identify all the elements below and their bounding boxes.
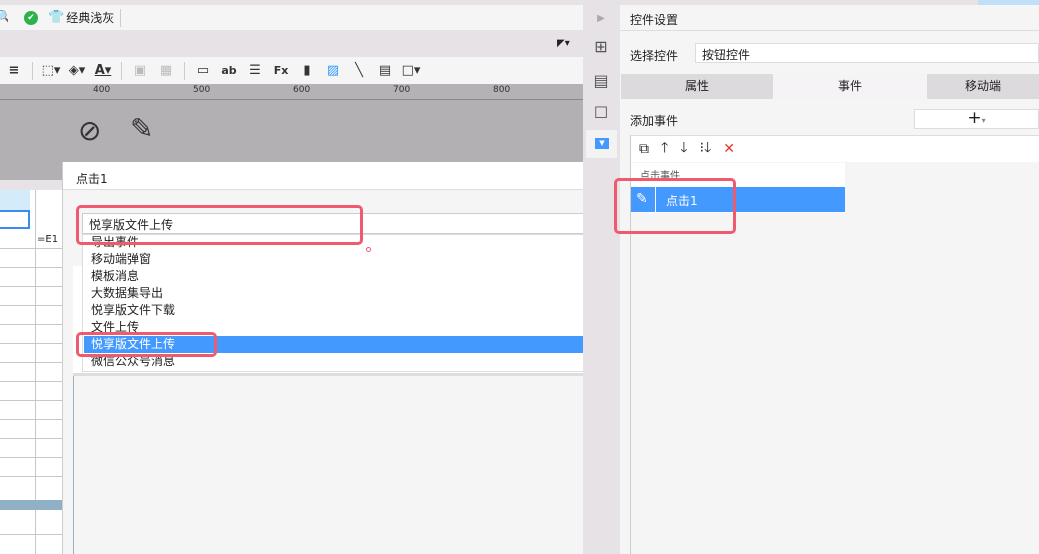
image-icon[interactable]: ▨: [325, 63, 341, 79]
toolbar-band: ◤▾: [0, 30, 583, 57]
selected-cell[interactable]: [0, 210, 30, 229]
add-event-label: 添加事件: [630, 114, 679, 128]
expand-arrow-icon[interactable]: ▶: [591, 13, 611, 33]
ruler-tick: 400: [93, 85, 111, 95]
divider: [32, 61, 33, 80]
event-edit-dialog: 点击1 悦享版文件上传 ⌵ 导出事件 移动端弹窗 模板消息 大数据集导出 悦享版…: [62, 162, 630, 554]
arrow-down-icon[interactable]: 🡓: [680, 137, 687, 161]
eye-slash-icon[interactable]: ⊘: [78, 114, 101, 147]
delete-icon[interactable]: ✕: [723, 141, 735, 157]
widget-select-value: 按钮控件: [702, 48, 751, 62]
top-toolbar: 🔍 ✔ 👕 经典浅灰: [0, 5, 583, 30]
tab-events[interactable]: 事件: [773, 74, 927, 99]
cell-formula: =E1: [37, 234, 59, 245]
arrow-up-icon[interactable]: 🡑: [661, 137, 668, 161]
highlight-box: [76, 205, 363, 245]
text-icon[interactable]: ab: [221, 63, 237, 79]
ruler: 400 500 600 700 800: [0, 84, 583, 100]
plus-icon: +: [967, 108, 982, 128]
select-widget-label: 选择控件: [630, 49, 679, 63]
pencil-icon[interactable]: ✎: [130, 112, 153, 145]
check-icon[interactable]: ✔: [24, 10, 38, 25]
theme-label: 经典浅灰: [66, 11, 115, 25]
cell-properties-icon[interactable]: ⊞: [591, 37, 611, 57]
frame-icon[interactable]: □▾: [402, 63, 421, 79]
divider: [120, 8, 122, 27]
textbox-icon[interactable]: ▭: [195, 63, 211, 79]
format-toolbar: ≡ ⬚▾ ◈▾ A▾ ▣ ▦ ▭ ab ☰ Fx ▮ ▨ ╲ ▤ □▾: [0, 57, 583, 84]
cell-info-icon[interactable]: ▤: [591, 71, 611, 91]
add-event-button[interactable]: +▾: [914, 109, 1039, 129]
sub-report-icon[interactable]: ▤: [377, 63, 393, 79]
frame-icon[interactable]: ☐: [591, 103, 611, 123]
font-color-icon[interactable]: A▾: [95, 63, 112, 79]
ruler-tick: 700: [393, 85, 411, 95]
shirt-icon: 👕: [48, 10, 65, 25]
paragraph-icon[interactable]: ☰: [247, 63, 263, 79]
highlight-box: [614, 178, 736, 234]
tab-properties[interactable]: 属性: [621, 74, 773, 99]
widget-select[interactable]: 按钮控件: [695, 43, 1039, 63]
slash-icon[interactable]: ╲: [351, 63, 367, 79]
sheet-grid[interactable]: =E1: [0, 180, 62, 554]
theme-button[interactable]: 👕 经典浅灰: [48, 9, 114, 26]
widget-settings-panel: 控件设置 选择控件 按钮控件 属性 事件 移动端 添加事件 +▾ ⧉ 🡑 🡓 ⁝…: [614, 5, 1039, 554]
fill-color-icon[interactable]: ◈▾: [69, 63, 86, 79]
copy-icon[interactable]: ⧉: [639, 141, 649, 157]
dropdown-option[interactable]: 大数据集导出: [84, 285, 600, 302]
move-bottom-icon[interactable]: ⁝🡓: [700, 137, 712, 161]
side-icon-strip: ▶ ⊞ ▤ ☐ ▼: [583, 5, 620, 554]
border-icon[interactable]: ⬚▾: [42, 63, 61, 79]
ruler-tick: 600: [293, 85, 311, 95]
collapse-toolbar-icon[interactable]: ◤▾: [557, 38, 570, 49]
dropdown-option[interactable]: 模板消息: [84, 268, 600, 285]
panel-title: 控件设置: [620, 5, 1039, 31]
formula-icon[interactable]: Fx: [273, 63, 289, 79]
highlight-box: [76, 332, 217, 357]
divider: [184, 61, 185, 80]
align-right-icon[interactable]: ≡: [6, 63, 22, 79]
widget-settings-icon[interactable]: ▼: [586, 130, 617, 158]
marker-dot: [366, 247, 371, 252]
dropdown-option[interactable]: 悦享版文件下载: [84, 302, 600, 319]
divider: [121, 61, 122, 80]
merge-cells-icon[interactable]: ▣: [132, 63, 148, 79]
search-icon[interactable]: 🔍: [0, 10, 8, 26]
dialog-title: 点击1: [63, 162, 630, 190]
chart-icon[interactable]: ▮: [299, 63, 315, 79]
dropdown-option[interactable]: 移动端弹窗: [84, 251, 600, 268]
ruler-tick: 500: [193, 85, 211, 95]
tab-mobile[interactable]: 移动端: [927, 74, 1039, 99]
ruler-tick: 800: [493, 85, 511, 95]
table-icon[interactable]: ▦: [158, 63, 174, 79]
